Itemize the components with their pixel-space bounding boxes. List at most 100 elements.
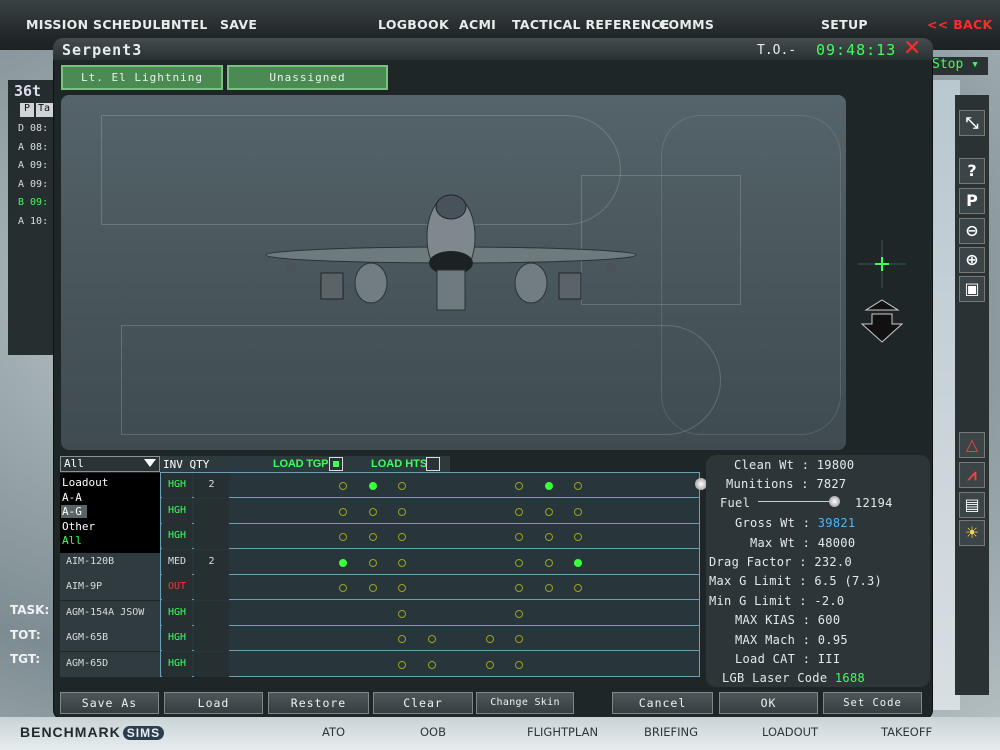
set-code-button[interactable]: Set Code bbox=[823, 692, 922, 714]
hardpoint-slot[interactable] bbox=[398, 558, 406, 567]
chevron-down-icon[interactable] bbox=[144, 459, 156, 467]
nav-oob[interactable]: OOB bbox=[420, 725, 446, 739]
hardpoint-slot[interactable] bbox=[515, 635, 523, 643]
hardpoint-slot[interactable] bbox=[398, 584, 406, 592]
aircraft-3d-view[interactable] bbox=[61, 95, 846, 450]
hardpoint-slot[interactable] bbox=[545, 584, 553, 592]
filter-option[interactable]: Loadout bbox=[61, 476, 156, 489]
pilot-tab-2[interactable]: Unassigned bbox=[227, 65, 388, 90]
hardpoint-slot[interactable] bbox=[398, 482, 406, 490]
menu-tactical-reference[interactable]: TACTICAL REFERENCE bbox=[512, 17, 670, 32]
hardpoint-slot[interactable] bbox=[515, 507, 523, 516]
hardpoint-slot[interactable] bbox=[428, 635, 436, 643]
menu-intel[interactable]: INTEL bbox=[166, 17, 208, 32]
flight-list-row[interactable]: A 09: bbox=[18, 160, 48, 171]
hardpoint-slot[interactable] bbox=[339, 507, 347, 516]
window-titlebar[interactable] bbox=[53, 38, 933, 60]
threat-ring-icon[interactable]: △ bbox=[959, 432, 985, 458]
hardpoint-slot[interactable] bbox=[515, 482, 523, 490]
help-icon[interactable]: ? bbox=[959, 158, 985, 184]
ok-button[interactable]: OK bbox=[719, 692, 818, 714]
hardpoint-slot[interactable] bbox=[545, 507, 553, 516]
stop-dropdown[interactable]: Stop ▾ bbox=[928, 57, 988, 75]
hardpoint-slot[interactable] bbox=[339, 482, 347, 490]
hardpoint-slot[interactable] bbox=[369, 507, 377, 516]
restore-button[interactable]: Restore bbox=[268, 692, 369, 714]
hardpoint-slot[interactable] bbox=[428, 660, 436, 669]
menu-logbook[interactable]: LOGBOOK bbox=[378, 17, 449, 32]
change-skin-button[interactable]: Change Skin bbox=[476, 692, 574, 714]
hardpoint-slot[interactable] bbox=[515, 558, 523, 567]
flight-list-row[interactable]: A 10: bbox=[18, 216, 48, 227]
fit-view-icon[interactable]: ▣ bbox=[959, 276, 985, 302]
hardpoint-slot[interactable] bbox=[369, 558, 377, 567]
up-down-arrows-icon[interactable] bbox=[858, 298, 906, 344]
nav-flightplan[interactable]: FLIGHTPLAN bbox=[527, 725, 598, 739]
close-icon[interactable]: ✕ bbox=[903, 36, 921, 61]
hardpoint-loaded[interactable] bbox=[339, 558, 347, 567]
hardpoint-slot[interactable] bbox=[515, 584, 523, 592]
menu-comms[interactable]: COMMS bbox=[659, 17, 714, 32]
hardpoint-slot[interactable] bbox=[515, 609, 523, 618]
load-hts-checkbox[interactable] bbox=[426, 457, 440, 471]
crosshair-icon[interactable] bbox=[858, 240, 906, 288]
filter-option[interactable]: All bbox=[61, 534, 156, 547]
weather-icon[interactable]: ☀ bbox=[959, 520, 985, 546]
zoom-out-icon[interactable]: ⊖ bbox=[959, 218, 985, 244]
hardpoint-loaded[interactable] bbox=[369, 482, 377, 490]
sam-ring-icon[interactable]: ⩘ bbox=[959, 462, 985, 488]
hardpoint-slot[interactable] bbox=[369, 584, 377, 592]
hardpoint-slot[interactable] bbox=[515, 533, 523, 541]
hardpoint-slot[interactable] bbox=[398, 609, 406, 618]
fuel-slider-knob[interactable] bbox=[829, 496, 840, 507]
flight-list-row[interactable]: B 09: bbox=[18, 197, 48, 208]
menu-acmi[interactable]: ACMI bbox=[459, 17, 496, 32]
clear-button[interactable]: Clear bbox=[373, 692, 473, 714]
hardpoint-slot[interactable] bbox=[486, 660, 494, 669]
save-as-button[interactable]: Save As bbox=[60, 692, 159, 714]
filter-option[interactable]: A-G bbox=[61, 505, 87, 518]
cancel-button[interactable]: Cancel bbox=[612, 692, 713, 714]
hardpoint-slot[interactable] bbox=[339, 533, 347, 541]
nav-takeoff[interactable]: TAKEOFF bbox=[881, 725, 932, 739]
nav-briefing[interactable]: BRIEFING bbox=[644, 725, 698, 739]
flight-list-row[interactable]: D 08: bbox=[18, 123, 48, 134]
layers-icon[interactable]: ▤ bbox=[959, 492, 985, 518]
pause-p-icon[interactable]: P bbox=[959, 188, 985, 214]
menu-setup[interactable]: SETUP bbox=[821, 17, 868, 32]
hardpoint-slot[interactable] bbox=[339, 584, 347, 592]
hardpoint-slot[interactable] bbox=[515, 660, 523, 669]
hardpoint-loaded[interactable] bbox=[545, 482, 553, 490]
hardpoint-slot[interactable] bbox=[574, 507, 582, 516]
hardpoint-slot[interactable] bbox=[369, 533, 377, 541]
hardpoint-slot[interactable] bbox=[574, 482, 582, 490]
hardpoint-slot[interactable] bbox=[398, 635, 406, 643]
hardpoint-slot[interactable] bbox=[545, 558, 553, 567]
hardpoint-slot[interactable] bbox=[486, 635, 494, 643]
resize-icon[interactable]: ⤡ bbox=[959, 110, 985, 136]
hardpoint-slot[interactable] bbox=[545, 533, 553, 541]
flight-time: 09: bbox=[30, 178, 49, 190]
nav-ato[interactable]: ATO bbox=[322, 725, 345, 739]
hardpoint-slot[interactable] bbox=[574, 533, 582, 541]
zoom-in-icon[interactable]: ⊕ bbox=[959, 247, 985, 273]
load-tgp-checkbox[interactable] bbox=[329, 457, 343, 471]
filter-option[interactable]: Other bbox=[61, 520, 156, 533]
hardpoint-loaded[interactable] bbox=[574, 558, 582, 567]
nav-loadout[interactable]: LOADOUT bbox=[762, 725, 818, 739]
pilot-tab-1[interactable]: Lt. El Lightning bbox=[61, 65, 223, 90]
menu-save[interactable]: SAVE bbox=[220, 17, 257, 32]
flight-list-row[interactable]: A 08: bbox=[18, 142, 48, 153]
hardpoint-slot[interactable] bbox=[574, 584, 582, 592]
flight-list-header-p[interactable]: P bbox=[20, 103, 34, 117]
fuel-slider-track[interactable] bbox=[758, 501, 838, 502]
flight-list-row[interactable]: A 09: bbox=[18, 179, 48, 190]
menu-mission-schedule[interactable]: MISSION SCHEDULE bbox=[26, 17, 170, 32]
filter-option[interactable]: A-A bbox=[61, 491, 156, 504]
load-button[interactable]: Load bbox=[164, 692, 263, 714]
hardpoint-slot[interactable] bbox=[398, 533, 406, 541]
back-button[interactable]: << BACK bbox=[927, 17, 992, 32]
laser-code-row: LGB Laser Code 1688 bbox=[722, 671, 865, 685]
hardpoint-slot[interactable] bbox=[398, 507, 406, 516]
hardpoint-slot[interactable] bbox=[398, 660, 406, 669]
